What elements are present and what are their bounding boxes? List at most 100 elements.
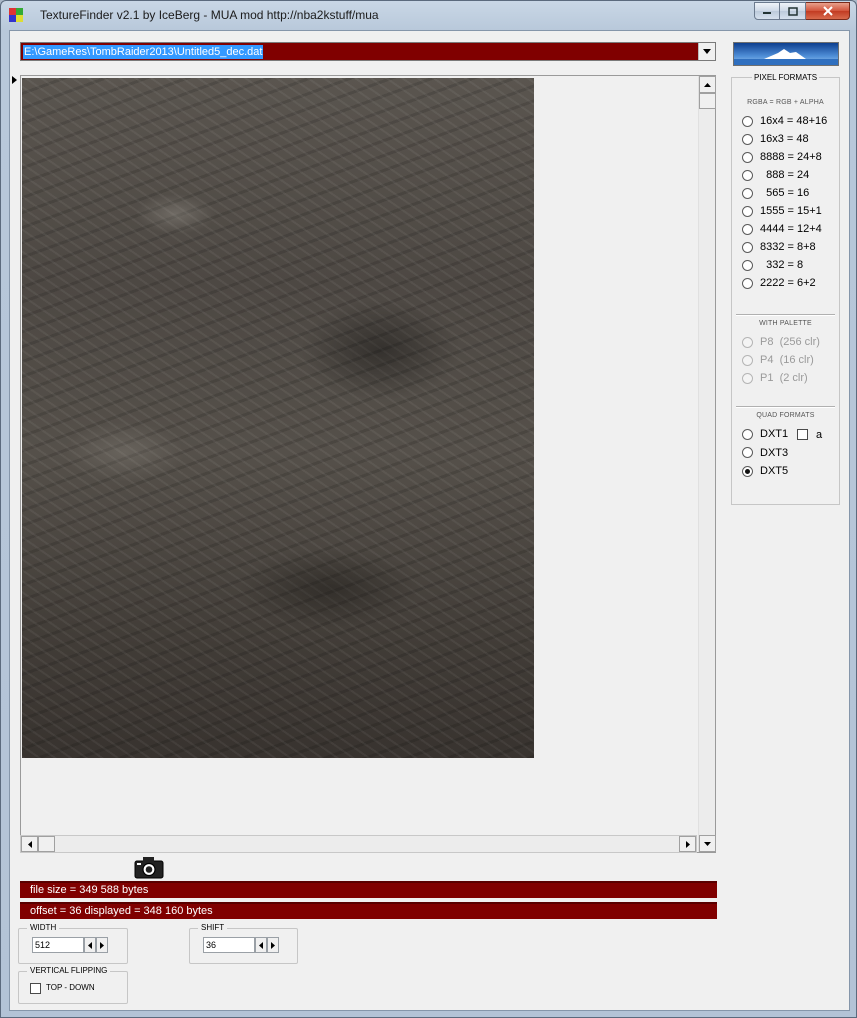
shift-group: SHIFT 36 bbox=[189, 922, 298, 964]
app-icon bbox=[9, 8, 23, 22]
radio-button[interactable] bbox=[742, 115, 753, 127]
format-option-label: 8888 = 24+8 bbox=[760, 151, 822, 163]
file-path-combobox[interactable]: E:\GameRes\TombRaider2013\Untitled5_dec.… bbox=[20, 42, 716, 61]
shift-input[interactable]: 36 bbox=[203, 937, 255, 953]
scroll-left-button[interactable] bbox=[21, 836, 38, 852]
format-option-label: 1555 = 15+1 bbox=[760, 205, 822, 217]
file-path-text[interactable]: E:\GameRes\TombRaider2013\Untitled5_dec.… bbox=[23, 45, 264, 59]
snapshot-button[interactable] bbox=[134, 856, 164, 880]
combo-dropdown-button[interactable] bbox=[698, 43, 715, 60]
radio-button[interactable] bbox=[742, 447, 753, 458]
format-option-dxt1[interactable]: DXT1 bbox=[742, 427, 788, 441]
radio-button[interactable] bbox=[742, 241, 753, 253]
maximize-icon bbox=[787, 6, 798, 16]
horizontal-scroll-thumb[interactable] bbox=[38, 836, 55, 852]
arrow-right-icon bbox=[685, 840, 690, 848]
quad-header: QUAD FORMATS bbox=[756, 412, 815, 419]
scroll-right-button[interactable] bbox=[679, 836, 696, 852]
format-option-label: 565 = 16 bbox=[760, 187, 810, 199]
radio-button[interactable] bbox=[742, 465, 753, 477]
horizontal-scrollbar[interactable] bbox=[20, 835, 697, 853]
format-option-16x3-48[interactable]: 16x3 = 48 bbox=[742, 132, 809, 146]
pixel-formats-title: PIXEL FORMATS bbox=[751, 73, 820, 82]
scroll-up-button[interactable] bbox=[699, 76, 716, 93]
format-option-label: 8332 = 8+8 bbox=[760, 241, 816, 253]
format-option-label: 888 = 24 bbox=[760, 169, 810, 181]
camera-icon bbox=[134, 857, 164, 879]
radio-button bbox=[742, 336, 753, 348]
radio-button[interactable] bbox=[742, 187, 753, 199]
close-icon bbox=[822, 6, 833, 16]
width-label: WIDTH bbox=[27, 922, 60, 934]
shift-decrease-button[interactable] bbox=[255, 937, 267, 953]
top-down-checkbox[interactable] bbox=[30, 983, 41, 994]
format-option-label: DXT5 bbox=[760, 465, 789, 477]
format-option-label: 2222 = 6+2 bbox=[760, 277, 816, 289]
format-option-label: P4 (16 clr) bbox=[760, 354, 814, 366]
iceberg-logo-button[interactable] bbox=[733, 42, 839, 66]
vertical-flipping-label: VERTICAL FLIPPING bbox=[27, 965, 111, 977]
radio-button bbox=[742, 354, 753, 366]
format-option-16x4-48-16[interactable]: 16x4 = 48+16 bbox=[742, 114, 827, 128]
radio-selected-dot bbox=[745, 468, 750, 474]
title-bar[interactable]: TextureFinder v2.1 by IceBerg - MUA mod … bbox=[1, 1, 856, 29]
pixel-formats-panel: PIXEL FORMATS RGBA = RGB + ALPHA 16x4 = … bbox=[731, 73, 840, 505]
top-down-label: TOP - DOWN bbox=[46, 983, 95, 992]
arrow-down-icon bbox=[704, 841, 711, 846]
radio-button[interactable] bbox=[742, 428, 753, 440]
iceberg-logo-icon bbox=[734, 43, 838, 65]
width-increase-button[interactable] bbox=[96, 937, 108, 953]
vertical-flipping-group: VERTICAL FLIPPING TOP - DOWN bbox=[18, 965, 128, 1004]
arrow-left-icon bbox=[27, 840, 32, 848]
format-option-dxt5[interactable]: DXT5 bbox=[742, 464, 788, 478]
vertical-scrollbar[interactable] bbox=[698, 76, 716, 852]
close-button[interactable] bbox=[806, 2, 850, 20]
scroll-down-button[interactable] bbox=[699, 835, 716, 852]
format-option-p8-256-clr: P8 (256 clr) bbox=[742, 335, 820, 349]
vertical-scroll-thumb[interactable] bbox=[699, 93, 716, 109]
radio-button[interactable] bbox=[742, 223, 753, 235]
main-window: TextureFinder v2.1 by IceBerg - MUA mod … bbox=[0, 0, 857, 1018]
offset-bar: offset = 36 displayed = 348 160 bytes bbox=[20, 902, 717, 919]
format-option-p1-2-clr: P1 (2 clr) bbox=[742, 371, 808, 385]
format-option-label: 16x3 = 48 bbox=[760, 133, 809, 145]
format-option-4444-12-4[interactable]: 4444 = 12+4 bbox=[742, 222, 822, 236]
shift-increase-button[interactable] bbox=[267, 937, 279, 953]
separator bbox=[736, 314, 835, 316]
width-group: WIDTH 512 bbox=[18, 922, 128, 964]
arrow-right-icon bbox=[100, 941, 104, 949]
format-option-label: DXT1 bbox=[760, 428, 789, 440]
format-option-332-8[interactable]: 332 = 8 bbox=[742, 258, 803, 272]
shift-label: SHIFT bbox=[198, 922, 228, 934]
radio-button[interactable] bbox=[742, 151, 753, 163]
format-option-565-16[interactable]: 565 = 16 bbox=[742, 186, 809, 200]
width-decrease-button[interactable] bbox=[84, 937, 96, 953]
width-input[interactable]: 512 bbox=[32, 937, 84, 953]
client-area: E:\GameRes\TombRaider2013\Untitled5_dec.… bbox=[9, 30, 850, 1011]
arrow-left-icon bbox=[259, 941, 263, 949]
texture-preview bbox=[22, 78, 534, 758]
dxt1-alpha-label: a bbox=[816, 429, 823, 441]
format-option-8888-24-8[interactable]: 8888 = 24+8 bbox=[742, 150, 822, 164]
arrow-left-icon bbox=[88, 941, 92, 949]
texture-viewer[interactable] bbox=[20, 75, 716, 853]
format-option-1555-15-1[interactable]: 1555 = 15+1 bbox=[742, 204, 822, 218]
dxt1-alpha-checkbox[interactable] bbox=[797, 429, 808, 440]
radio-button[interactable] bbox=[742, 277, 753, 289]
format-option-8332-8-8[interactable]: 8332 = 8+8 bbox=[742, 240, 816, 254]
radio-button[interactable] bbox=[742, 169, 753, 181]
radio-button[interactable] bbox=[742, 259, 753, 271]
radio-button[interactable] bbox=[742, 133, 753, 145]
arrow-right-icon bbox=[271, 941, 275, 949]
chevron-down-icon bbox=[703, 49, 711, 54]
format-option-2222-6-2[interactable]: 2222 = 6+2 bbox=[742, 276, 816, 290]
minimize-button[interactable] bbox=[754, 2, 780, 20]
format-option-p4-16-clr: P4 (16 clr) bbox=[742, 353, 814, 367]
radio-button[interactable] bbox=[742, 205, 753, 217]
format-option-dxt3[interactable]: DXT3 bbox=[742, 446, 788, 460]
maximize-button[interactable] bbox=[780, 2, 806, 20]
format-option-888-24[interactable]: 888 = 24 bbox=[742, 168, 809, 182]
format-option-label: 4444 = 12+4 bbox=[760, 223, 822, 235]
format-option-label: P8 (256 clr) bbox=[760, 336, 820, 348]
minimize-icon bbox=[763, 12, 771, 14]
